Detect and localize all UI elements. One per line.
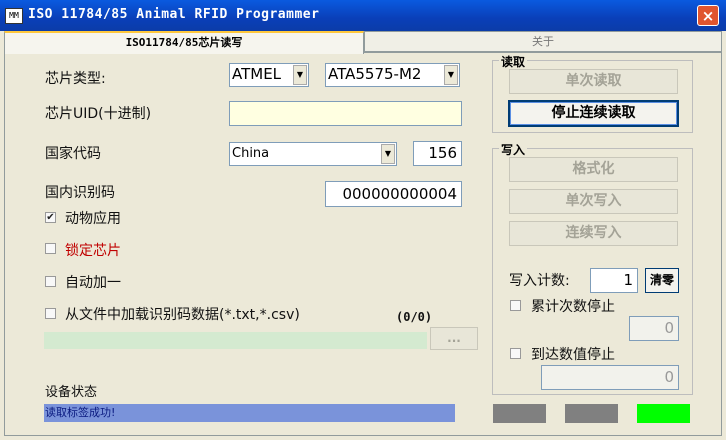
title-bar: MM ISO 11784/85 Animal RFID Programmer × — [0, 0, 726, 31]
load-file-checkbox[interactable] — [45, 308, 56, 319]
reach-value-stop-label: 到达数值停止 — [531, 347, 615, 363]
lock-chip-checkbox[interactable] — [45, 243, 56, 254]
reach-value-stop-checkbox[interactable] — [510, 348, 521, 359]
chevron-down-icon: ▼ — [293, 65, 307, 85]
accumulate-stop-label: 累计次数停止 — [531, 299, 615, 315]
indicator-1 — [493, 404, 546, 423]
close-button[interactable]: × — [697, 5, 719, 26]
device-status-label: 设备状态 — [45, 385, 98, 400]
auto-increment-label: 自动加一 — [65, 275, 121, 291]
accumulate-count-field[interactable]: 0 — [629, 316, 679, 341]
write-count-label: 写入计数: — [509, 273, 570, 289]
country-code-field[interactable]: 156 — [413, 141, 462, 166]
single-read-button[interactable]: 单次读取 — [509, 69, 678, 94]
indicator-2 — [565, 404, 618, 423]
write-count-field[interactable]: 1 — [590, 268, 638, 293]
app-icon: MM — [5, 8, 23, 24]
accumulate-stop-checkbox[interactable] — [510, 300, 521, 311]
read-group-title: 读取 — [499, 53, 528, 70]
reach-value-field[interactable]: 0 — [541, 365, 679, 390]
file-count: (0/0) — [396, 310, 433, 324]
format-button[interactable]: 格式化 — [509, 157, 678, 182]
chip-type-label: 芯片类型: — [45, 71, 106, 87]
auto-increment-checkbox[interactable] — [45, 276, 56, 287]
chip-vendor-select[interactable]: ATMEL ▼ — [229, 63, 309, 87]
country-select[interactable]: China ▼ — [229, 142, 397, 166]
country-code-label: 国家代码 — [45, 146, 101, 162]
clear-count-button[interactable]: 清零 — [645, 268, 679, 293]
single-write-button[interactable]: 单次写入 — [509, 189, 678, 214]
tab-read-write[interactable]: ISO11784/85芯片读写 — [4, 31, 364, 54]
tab-about[interactable]: 关于 — [364, 31, 722, 52]
uid-label: 芯片UID(十进制) — [45, 106, 152, 122]
chip-model-value: ATA5575-M2 — [328, 65, 422, 83]
national-id-field[interactable]: 000000000004 — [325, 181, 462, 207]
write-group-title: 写入 — [499, 141, 528, 158]
national-id-label: 国内识别码 — [45, 185, 115, 201]
status-message-bar: 读取标签成功! — [44, 404, 455, 422]
file-progress-bar — [44, 332, 427, 349]
continuous-write-button[interactable]: 连续写入 — [509, 221, 678, 246]
stop-continuous-read-button[interactable]: 停止连续读取 — [508, 100, 679, 127]
lock-chip-label: 锁定芯片 — [65, 243, 121, 259]
animal-app-checkbox[interactable]: ✔ — [45, 212, 56, 223]
window-title: ISO 11784/85 Animal RFID Programmer — [28, 7, 320, 22]
chevron-down-icon: ▼ — [444, 65, 458, 85]
chip-model-select[interactable]: ATA5575-M2 ▼ — [325, 63, 460, 87]
chevron-down-icon: ▼ — [381, 144, 395, 164]
country-name-value: China — [232, 146, 270, 161]
browse-button[interactable]: ... — [430, 327, 478, 350]
chip-vendor-value: ATMEL — [232, 65, 282, 83]
uid-field[interactable] — [229, 101, 462, 126]
load-file-label: 从文件中加载识别码数据(*.txt,*.csv) — [65, 307, 300, 323]
animal-app-label: 动物应用 — [65, 211, 121, 227]
indicator-3 — [637, 404, 690, 423]
